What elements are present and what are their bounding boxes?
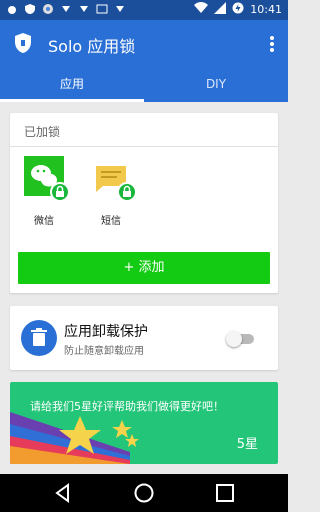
locked-section-title: 已加锁 <box>24 125 61 139</box>
home-icon[interactable] <box>133 482 155 504</box>
locked-apps-card: 已加锁 微信 短信 + 添加 <box>10 113 278 293</box>
app-title: Solo 应用锁 <box>48 37 136 56</box>
clock-time: 10:41 <box>250 3 282 16</box>
status-bar: 10:41 <box>0 0 288 20</box>
app-label-sms: 短信 <box>101 216 121 227</box>
lock-icon <box>50 182 70 202</box>
trash-icon <box>21 320 57 356</box>
bug-icon <box>6 3 18 15</box>
add-button[interactable]: + 添加 <box>18 252 270 284</box>
chrome-icon <box>42 3 54 15</box>
protect-title: 应用卸载保护 <box>64 324 148 340</box>
divider <box>10 146 278 147</box>
download-icon <box>114 3 126 15</box>
back-icon[interactable] <box>52 482 74 504</box>
rate-stars-label: 5星 <box>236 437 258 452</box>
tab-bar: 应用 DIY <box>0 68 288 102</box>
uninstall-protect-toggle[interactable] <box>226 330 256 347</box>
locked-app-wechat[interactable]: 微信 <box>14 156 74 227</box>
rate-banner[interactable]: 请给我们5星好评帮助我们做得更好吧！ 5星 <box>10 382 278 464</box>
lock-icon <box>117 182 137 202</box>
locked-app-sms[interactable]: 短信 <box>81 156 141 227</box>
rate-banner-text: 请给我们5星好评帮助我们做得更好吧！ <box>30 400 224 413</box>
download-icon <box>78 3 90 15</box>
uninstall-protect-card[interactable]: 应用卸载保护 防止随意卸载应用 <box>10 306 278 370</box>
app-bar: Solo 应用锁 <box>0 20 288 68</box>
download-icon <box>60 3 72 15</box>
protect-subtitle: 防止随意卸载应用 <box>64 346 144 357</box>
app-label-wechat: 微信 <box>34 216 54 227</box>
shield-icon <box>14 32 32 54</box>
tab-apps[interactable]: 应用 <box>0 68 144 102</box>
navigation-bar <box>0 474 288 512</box>
overflow-menu-icon[interactable] <box>266 34 278 54</box>
battery-charging-icon <box>232 2 244 17</box>
screen-icon <box>96 3 108 15</box>
tab-diy[interactable]: DIY <box>144 68 288 102</box>
wifi-icon <box>194 2 209 17</box>
signal-icon <box>214 2 227 17</box>
recents-icon[interactable] <box>214 482 236 504</box>
tab-indicator <box>0 99 144 102</box>
notification-icons <box>6 3 126 15</box>
shield-notify-icon <box>24 3 36 15</box>
toggle-knob <box>226 331 242 347</box>
